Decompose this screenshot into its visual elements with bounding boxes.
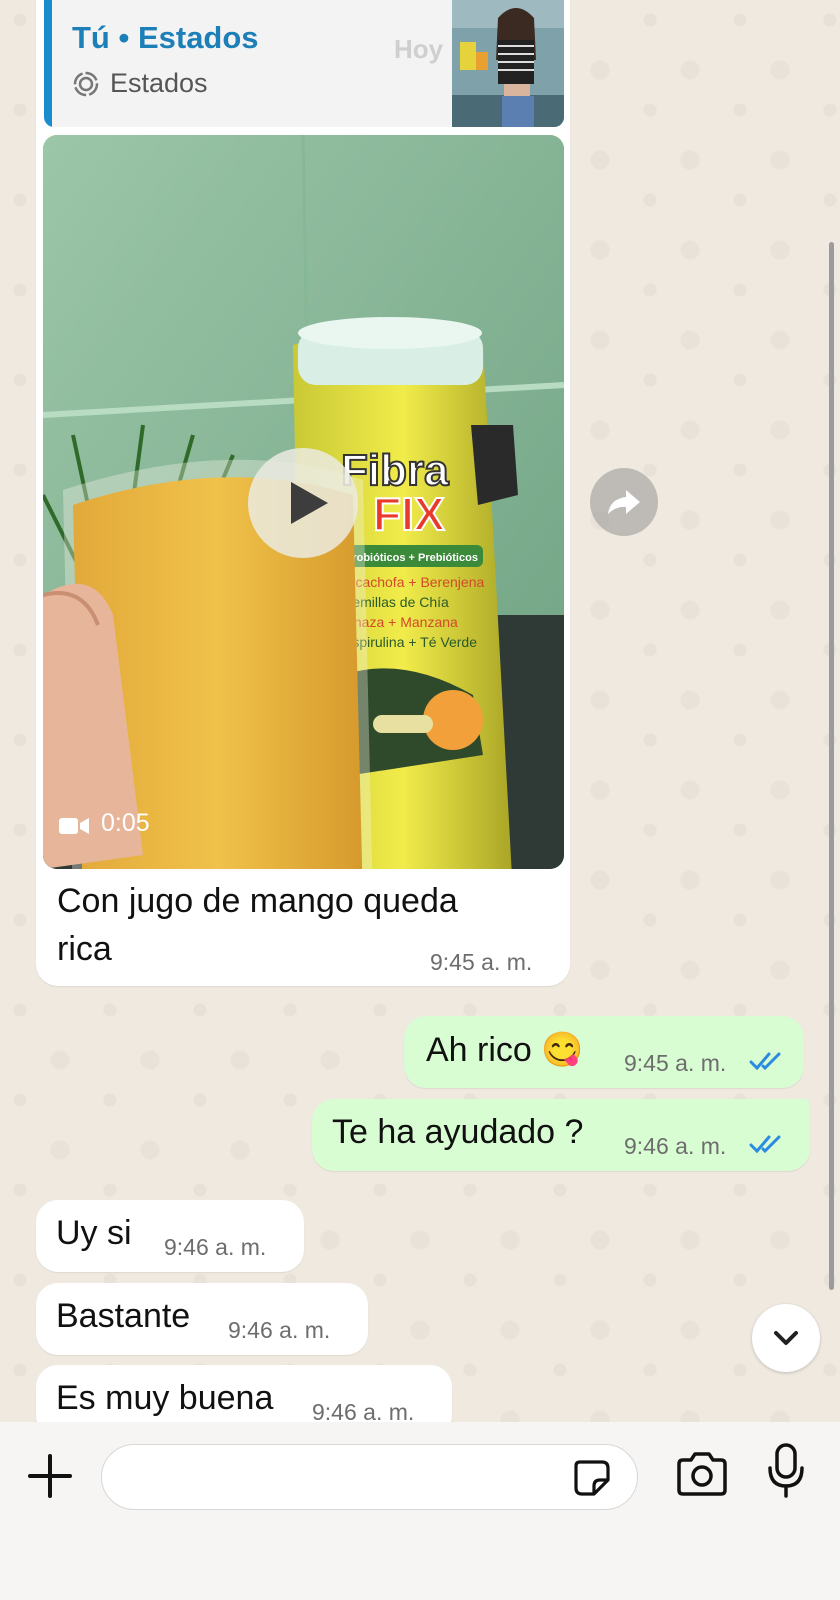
double-check-icon xyxy=(749,1050,785,1077)
message-text: Uy si xyxy=(56,1214,132,1252)
status-icon xyxy=(72,70,100,103)
message-time: 9:46 a. m. xyxy=(312,1399,415,1422)
quote-title: Tú • Estados xyxy=(72,20,259,55)
incoming-message[interactable]: Es muy buena 9:46 a. m. xyxy=(36,1365,452,1422)
message-text: Te ha ayudado ? xyxy=(332,1113,584,1151)
video-camera-icon xyxy=(59,816,89,841)
play-button[interactable] xyxy=(248,448,358,558)
video-caption-line2: rica xyxy=(57,930,112,968)
outgoing-message[interactable]: Te ha ayudado ? 9:46 a. m. xyxy=(312,1099,810,1171)
message-time: 9:45 a. m. xyxy=(624,1050,727,1076)
status-thumbnail[interactable] xyxy=(452,0,564,127)
voice-message-button[interactable] xyxy=(766,1442,806,1505)
message-time: 9:46 a. m. xyxy=(624,1133,727,1159)
message-input-bar xyxy=(0,1422,840,1600)
microphone-icon xyxy=(768,1443,804,1498)
forward-icon xyxy=(608,490,640,514)
quote-date-label: Hoy xyxy=(394,34,444,64)
video-duration: 0:05 xyxy=(101,809,150,837)
double-check-icon xyxy=(749,1133,785,1160)
quoted-status-reply[interactable]: Tú • Estados Estados Hoy xyxy=(44,0,564,127)
svg-text:Probióticos + Prebióticos: Probióticos + Prebióticos xyxy=(345,552,478,564)
video-thumbnail[interactable]: Fibra FIX Probióticos + Prebióticos Alca… xyxy=(43,135,564,869)
camera-button[interactable] xyxy=(675,1450,729,1505)
message-time: 9:46 a. m. xyxy=(228,1317,331,1343)
quote-subtitle: Estados xyxy=(110,68,208,98)
sticker-button[interactable] xyxy=(572,1458,612,1503)
camera-icon xyxy=(677,1452,727,1496)
attach-button[interactable] xyxy=(26,1452,74,1505)
sticker-icon xyxy=(574,1460,610,1496)
message-text: Es muy buena xyxy=(56,1379,274,1417)
incoming-message[interactable]: Bastante 9:46 a. m. xyxy=(36,1283,368,1355)
incoming-message[interactable]: Uy si 9:46 a. m. xyxy=(36,1200,304,1272)
scroll-to-bottom-button[interactable] xyxy=(752,1304,820,1372)
video-caption-line1: Con jugo de mango queda xyxy=(57,882,458,920)
message-text: Ah rico 😋 xyxy=(426,1031,584,1069)
svg-text:FIX: FIX xyxy=(373,488,445,540)
outgoing-message[interactable]: Ah rico 😋 9:45 a. m. xyxy=(404,1016,804,1088)
message-text: Bastante xyxy=(56,1297,191,1335)
message-input[interactable] xyxy=(101,1444,638,1510)
message-time: 9:45 a. m. xyxy=(430,949,533,975)
plus-icon xyxy=(28,1454,72,1498)
quote-accent-bar xyxy=(44,0,52,127)
scrollbar[interactable] xyxy=(829,242,834,1290)
forward-button[interactable] xyxy=(590,468,658,536)
message-time: 9:46 a. m. xyxy=(164,1234,267,1260)
chevron-down-icon xyxy=(774,1331,798,1345)
play-icon xyxy=(291,482,328,524)
chat-background[interactable]: Tú • Estados Estados Hoy Fibra FIX Probi… xyxy=(0,0,840,1422)
